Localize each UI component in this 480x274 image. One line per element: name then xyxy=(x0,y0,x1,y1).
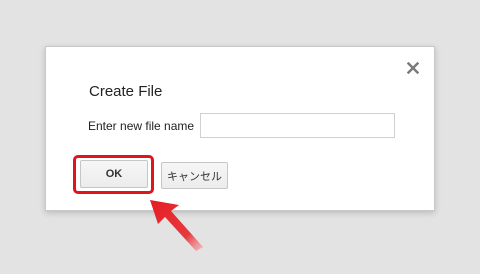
ok-button[interactable]: OK xyxy=(80,160,148,188)
file-name-input[interactable] xyxy=(200,113,395,138)
cancel-button[interactable]: キャンセル xyxy=(161,162,228,189)
close-button[interactable] xyxy=(405,60,421,76)
dialog-title: Create File xyxy=(89,83,163,100)
create-file-dialog: Create File Enter new file name OK キャンセル xyxy=(45,46,435,211)
close-icon xyxy=(407,62,419,74)
pointer-arrow-icon xyxy=(150,200,203,251)
file-name-label: Enter new file name xyxy=(88,119,195,133)
